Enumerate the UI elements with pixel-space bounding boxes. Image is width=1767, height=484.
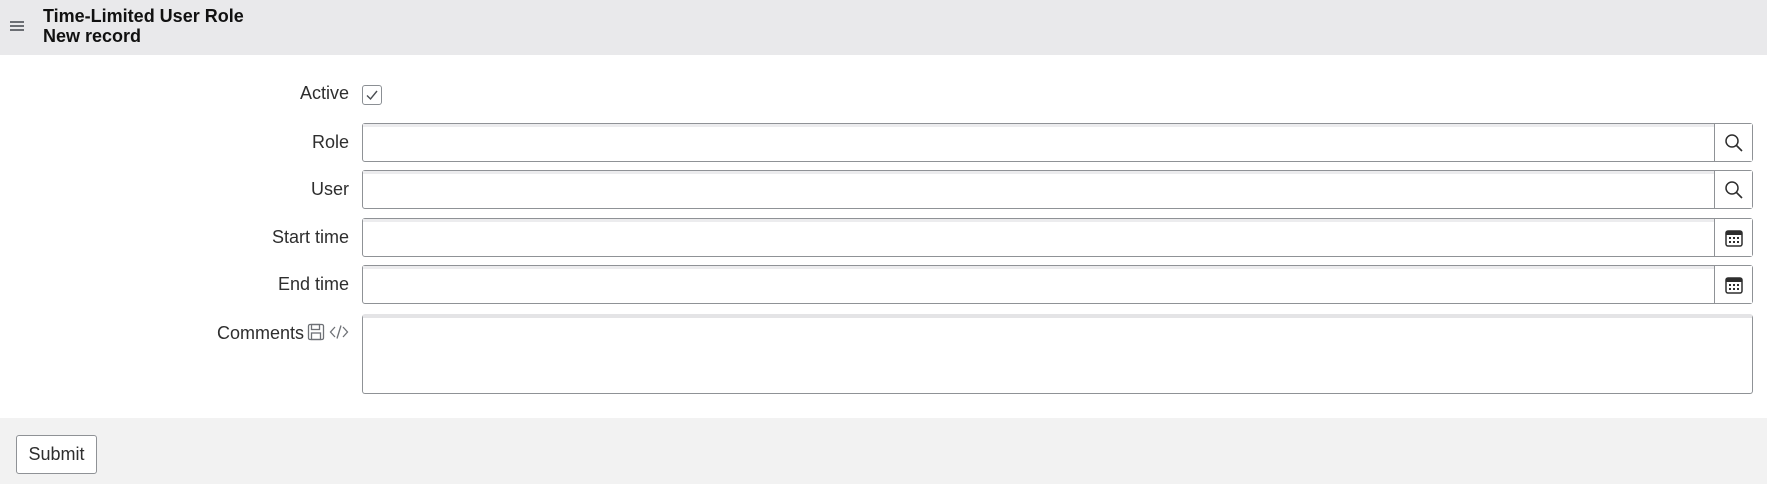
checkmark-icon — [366, 90, 378, 101]
start-time-input[interactable] — [363, 219, 1714, 256]
header-titles: Time-Limited User Role New record — [43, 6, 244, 46]
hamburger-menu-icon[interactable] — [8, 17, 26, 35]
role-label: Role — [311, 132, 349, 152]
user-input[interactable] — [363, 171, 1714, 208]
calendar-icon — [1724, 276, 1743, 294]
table-title: Time-Limited User Role — [43, 6, 244, 26]
active-label: Active — [299, 83, 349, 103]
record-form: Active Role User Start time End time Com… — [0, 55, 1767, 418]
search-icon — [1724, 180, 1743, 199]
submit-button[interactable]: Submit — [16, 435, 97, 474]
start-time-label: Start time — [271, 227, 349, 247]
user-lookup-button[interactable] — [1714, 171, 1752, 208]
comments-label: Comments — [216, 323, 304, 343]
end-time-input[interactable] — [363, 266, 1714, 303]
calendar-icon — [1724, 229, 1743, 247]
form-footer: Submit — [0, 418, 1767, 484]
form-header: Time-Limited User Role New record — [0, 0, 1767, 55]
start-time-field — [362, 218, 1753, 257]
end-time-label: End time — [277, 274, 349, 294]
role-input[interactable] — [363, 124, 1714, 161]
role-field — [362, 123, 1753, 162]
comments-textarea[interactable] — [363, 318, 1752, 393]
start-time-calendar-button[interactable] — [1714, 219, 1752, 256]
code-icon[interactable] — [329, 323, 349, 346]
user-field — [362, 170, 1753, 209]
search-icon — [1724, 133, 1743, 152]
end-time-calendar-button[interactable] — [1714, 266, 1752, 303]
comments-field — [362, 314, 1753, 394]
role-lookup-button[interactable] — [1714, 124, 1752, 161]
user-label: User — [310, 179, 349, 199]
record-title: New record — [43, 26, 142, 46]
save-icon[interactable] — [307, 323, 325, 346]
active-checkbox[interactable] — [362, 85, 382, 105]
end-time-field — [362, 265, 1753, 304]
